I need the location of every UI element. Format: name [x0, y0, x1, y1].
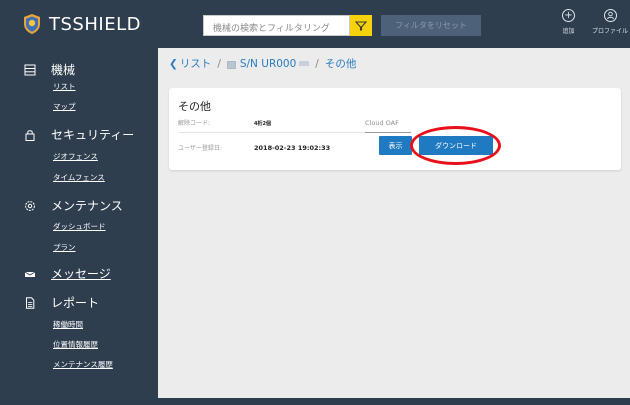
other-info-card: その他 解除コード: 4桁2個 ユーザー登録日: 2018-02-23 19:0… — [169, 88, 621, 170]
sidebar-section-security[interactable]: セキュリティー — [24, 126, 134, 143]
search-input[interactable] — [204, 19, 349, 39]
breadcrumb-separator: / — [217, 57, 221, 70]
sidebar-section-label: メンテナンス — [51, 199, 123, 213]
cloud-oaf-label: Cloud OAF — [365, 119, 399, 127]
list-icon — [24, 64, 36, 76]
sidebar-section-messages[interactable]: メッセージ — [24, 265, 111, 282]
sidebar-section-label: 機械 — [51, 63, 76, 77]
breadcrumb-current: その他 — [324, 58, 357, 70]
redacted-serial — [299, 61, 310, 66]
lock-icon — [24, 129, 36, 141]
card-title: その他 — [178, 100, 211, 113]
registered-date-label: ユーザー登録日: — [178, 145, 222, 152]
sidebar-section-label: セキュリティー — [51, 128, 135, 142]
breadcrumb-list-link[interactable]: リスト — [180, 56, 212, 71]
sidebar-item-dashboard[interactable]: ダッシュボード — [53, 221, 106, 232]
add-button[interactable]: + 追加 — [562, 9, 575, 35]
breadcrumb-separator: / — [315, 57, 319, 70]
sidebar-section-label: レポート — [51, 296, 100, 310]
divider — [178, 132, 366, 133]
breadcrumb: ❮ リスト / S/N UR000 / その他 — [169, 56, 356, 71]
search-box — [203, 15, 350, 39]
unlock-code-value: 4桁2個 — [254, 121, 271, 127]
gear-icon — [24, 200, 36, 212]
sidebar-section-label: メッセージ — [51, 267, 111, 281]
user-icon — [603, 9, 617, 22]
sidebar-item-timefence[interactable]: タイムフェンス — [53, 172, 105, 183]
sidebar-item-geofence[interactable]: ジオフェンス — [53, 151, 98, 162]
divider — [365, 132, 411, 133]
sidebar-item-maintenance-history[interactable]: メンテナンス履歴 — [53, 359, 113, 370]
plus-icon: + — [562, 9, 575, 22]
sidebar-item-location-history[interactable]: 位置情報履歴 — [53, 339, 98, 350]
sidebar-item-operating-hours[interactable]: 稼働時間 — [53, 319, 83, 330]
registered-date-value: 2018-02-23 19:02:33 — [254, 144, 331, 152]
sidebar-item-map[interactable]: マップ — [53, 101, 76, 112]
bottom-strip — [0, 398, 630, 405]
reset-filter-button[interactable]: フィルタをリセット — [381, 15, 481, 36]
top-bar: TSSHIELD フィルタをリセット + 追加 プロファイル — [0, 0, 630, 48]
device-icon — [227, 60, 236, 69]
profile-label: プロファイル — [592, 28, 629, 35]
sidebar-item-plan[interactable]: プラン — [53, 242, 76, 253]
unlock-code-label: 解除コード: — [178, 120, 211, 127]
sidebar-section-reports[interactable]: レポート — [24, 294, 99, 311]
document-icon — [24, 296, 36, 309]
brand-logo[interactable]: TSSHIELD — [22, 13, 141, 35]
brand-name: TSSHIELD — [49, 13, 141, 35]
sidebar-item-list[interactable]: リスト — [53, 81, 76, 92]
envelope-icon — [24, 268, 36, 280]
filter-button[interactable] — [350, 15, 372, 36]
filter-icon — [354, 16, 368, 35]
add-label: 追加 — [562, 28, 575, 35]
sidebar-section-maintenance[interactable]: メンテナンス — [24, 197, 123, 214]
highlight-circle — [410, 126, 501, 165]
shield-icon — [22, 13, 42, 35]
profile-button[interactable]: プロファイル — [592, 9, 628, 35]
breadcrumb-device-link[interactable]: S/N UR000 — [240, 58, 296, 70]
sidebar-section-machines[interactable]: 機械 — [24, 61, 75, 78]
chevron-left-icon: ❮ — [169, 57, 178, 70]
view-button[interactable]: 表示 — [379, 136, 412, 155]
